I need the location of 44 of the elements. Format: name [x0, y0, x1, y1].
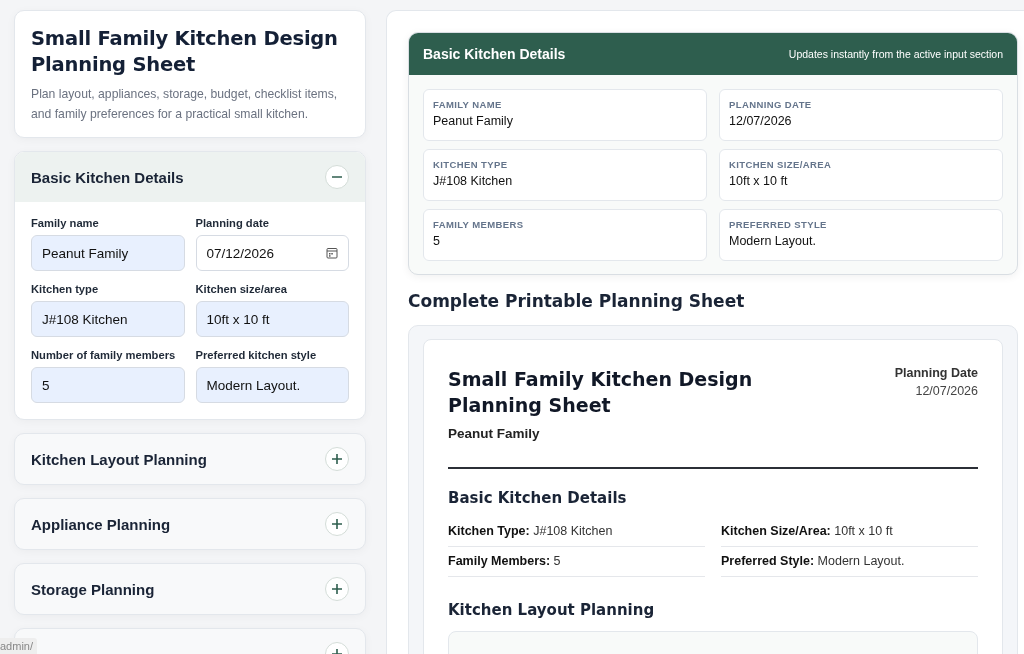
field-label: Kitchen size/area — [195, 283, 288, 295]
field-label: Family name — [31, 217, 100, 229]
input-field[interactable]: 10ft x 10 ft — [195, 301, 349, 337]
summary-label: PREFERRED STYLE — [729, 219, 828, 230]
summary-value: 5 — [433, 234, 441, 248]
summary-label: FAMILY MEMBERS — [433, 219, 525, 230]
field-label: Number of family members — [31, 349, 177, 361]
date-field[interactable]: 07/12/2026 — [195, 235, 349, 271]
family-name: Peanut Family — [448, 426, 541, 441]
summary-value: J#108 Kitchen — [433, 174, 514, 188]
summary-label: PLANNING DATE — [729, 99, 813, 110]
section-heading: Complete Printable Planning Sheet — [408, 291, 746, 311]
field-label: Kitchen type — [31, 283, 100, 295]
sheet-section-title: Kitchen Layout Planning — [448, 601, 656, 619]
summary-value: 10ft x 10 ft — [729, 174, 789, 188]
input-field[interactable]: Modern Layout. — [195, 367, 349, 403]
date-label: Planning Date — [894, 366, 978, 380]
sheet-section-title: Basic Kitchen Details — [448, 489, 628, 507]
section-title[interactable]: Kitchen Layout Planning — [31, 450, 207, 468]
field-label: Preferred kitchen style — [195, 349, 318, 361]
detail-row: Preferred Style: Modern Layout. — [721, 547, 978, 577]
detail-row: Family Members: 5 — [448, 547, 705, 577]
detail-row: Kitchen Size/Area: 10ft x 10 ft — [721, 517, 978, 547]
preview-note: Updates instantly from the active input section — [788, 48, 1003, 60]
section-title[interactable]: Basic Kitchen Details — [31, 168, 184, 186]
summary-value: Peanut Family — [433, 114, 514, 128]
field-label: Planning date — [195, 217, 270, 229]
preview-title: Basic Kitchen Details — [423, 46, 566, 62]
summary-label: KITCHEN TYPE — [433, 159, 509, 170]
detail-row: Kitchen Type: J#108 Kitchen — [448, 517, 705, 547]
summary-label: KITCHEN SIZE/AREA — [729, 159, 833, 170]
url-tooltip: admin/ — [0, 638, 38, 654]
input-field[interactable]: Peanut Family — [31, 235, 185, 271]
page-title: Small Family Kitchen Design Planning Sheet — [31, 26, 339, 78]
input-field[interactable]: J#108 Kitchen — [31, 301, 185, 337]
sheet-title: Small Family Kitchen Design Planning Sheet — [448, 367, 754, 418]
summary-label: FAMILY NAME — [433, 99, 503, 110]
date-value: 12/07/2026 — [914, 384, 978, 398]
page-subtitle: Plan layout, appliances, storage, budget, checklist items, and family preferences for a practical small kitchen. — [31, 86, 339, 123]
section-title[interactable]: Appliance Planning — [31, 515, 171, 533]
section-title[interactable]: Storage Planning — [31, 580, 155, 598]
summary-value: 12/07/2026 — [729, 114, 793, 128]
summary-value: Modern Layout. — [729, 234, 817, 248]
input-field[interactable]: 5 — [31, 367, 185, 403]
